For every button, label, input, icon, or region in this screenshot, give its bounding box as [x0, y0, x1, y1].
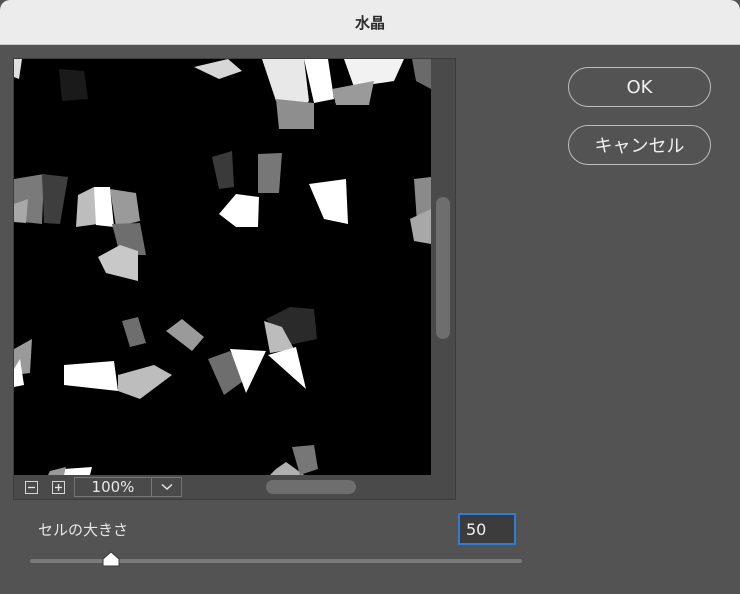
- ok-button[interactable]: OK: [568, 67, 711, 107]
- zoom-dropdown-button[interactable]: [152, 477, 182, 497]
- preview-zoom-bar: 100%: [14, 475, 455, 499]
- crystallize-preview-image: [14, 59, 431, 475]
- chevron-down-icon: [160, 483, 173, 491]
- minus-icon: [28, 486, 35, 488]
- cancel-button[interactable]: キャンセル: [568, 125, 711, 165]
- zoom-in-button[interactable]: [52, 480, 65, 494]
- plus-icon: [55, 483, 62, 491]
- preview-vertical-scrollbar[interactable]: [431, 59, 455, 475]
- zoom-level-field[interactable]: 100%: [74, 477, 152, 497]
- vertical-scroll-thumb[interactable]: [436, 197, 450, 339]
- cell-size-input[interactable]: 50: [458, 513, 516, 545]
- dialog-title: 水晶: [354, 13, 385, 32]
- zoom-out-button[interactable]: [25, 480, 38, 494]
- dialog-title-bar: 水晶: [0, 0, 740, 45]
- cell-size-label: セルの大きさ: [38, 521, 129, 539]
- triangle-thumb-icon[interactable]: [102, 551, 120, 567]
- horizontal-scroll-thumb[interactable]: [266, 480, 356, 494]
- preview-canvas[interactable]: 100%: [13, 58, 456, 500]
